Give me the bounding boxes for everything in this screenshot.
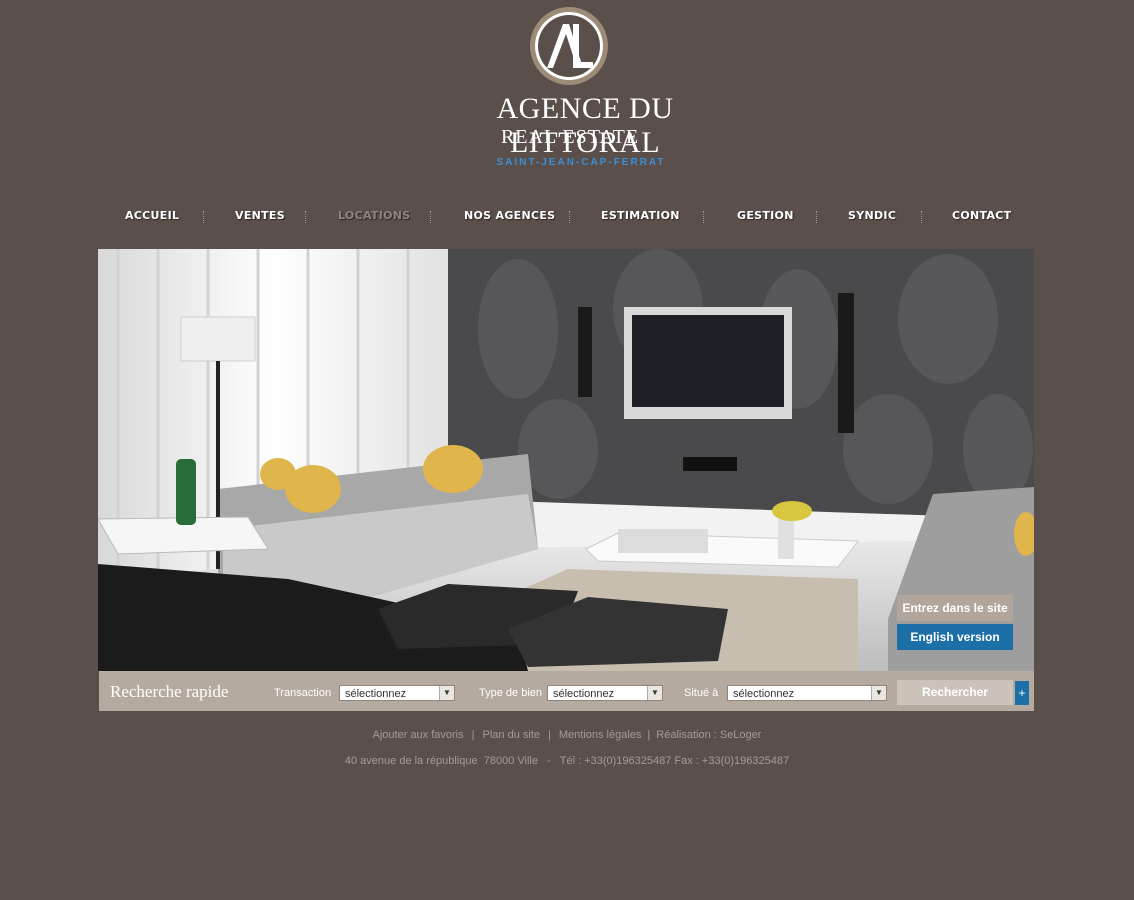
header: AGENCE DU LITTORAL REAL ESTATE SAINT-JEA… [0,0,1134,180]
nav-item-accueil[interactable]: ACCUEIL [125,209,179,222]
footer-address: 40 avenue de la république 78000 Ville -… [344,755,790,767]
footer-separator: | [647,729,651,741]
nav-separator [703,211,705,223]
nav-item-estimation[interactable]: ESTIMATION [601,209,680,222]
footer-separator: | [547,729,551,741]
search-button[interactable]: Rechercher [897,680,1013,705]
main-nav: ACCUEIL VENTES LOCATIONS NOS AGENCES EST… [0,209,1134,229]
advanced-search-plus-button[interactable]: + [1015,681,1029,705]
chevron-down-icon: ▼ [871,686,886,700]
nav-separator [921,211,923,223]
sitemap-link[interactable]: Plan du site [483,729,540,741]
add-favorites-link[interactable]: Ajouter aux favoris [373,729,464,741]
nav-item-ventes[interactable]: VENTES [235,209,285,222]
nav-item-nos-agences[interactable]: NOS AGENCES [464,209,555,222]
type-select-value: sélectionnez [553,688,615,700]
location-select-value: sélectionnez [733,688,795,700]
location-select[interactable]: sélectionnez ▼ [727,685,887,701]
transaction-select-value: sélectionnez [345,688,407,700]
enter-site-button[interactable]: Entrez dans le site [897,595,1013,621]
brand-location: SAINT-JEAN-CAP-FERRAT [496,157,666,168]
chevron-down-icon: ▼ [439,686,454,700]
transaction-label: Transaction [274,687,332,699]
quick-search-bar: Recherche rapide Transaction sélectionne… [99,671,1034,711]
hero-image [98,249,1034,671]
type-select[interactable]: sélectionnez ▼ [547,685,663,701]
nav-separator [430,211,432,223]
english-version-button[interactable]: English version [897,624,1013,650]
nav-separator [816,211,818,223]
nav-item-gestion[interactable]: GESTION [737,209,794,222]
brand-tagline: REAL ESTATE [500,126,640,148]
transaction-select[interactable]: sélectionnez ▼ [339,685,455,701]
footer-separator: | [471,729,475,741]
type-label: Type de bien [479,687,542,699]
legal-link[interactable]: Mentions légales [559,729,642,741]
quick-search-title: Recherche rapide [110,682,229,701]
footer-links: Ajouter aux favoris | Plan du site | Mention… [0,729,1134,741]
nav-item-locations[interactable]: LOCATIONS [338,209,410,222]
chevron-down-icon: ▼ [647,686,662,700]
nav-separator [569,211,571,223]
monogram-logo [530,7,608,85]
nav-separator [305,211,307,223]
nav-item-syndic[interactable]: SYNDIC [848,209,896,222]
location-label: Situé à [684,687,719,699]
credits-link[interactable]: Réalisation : SeLoger [656,729,761,741]
nav-separator [203,211,205,223]
nav-item-contact[interactable]: CONTACT [952,209,1011,222]
